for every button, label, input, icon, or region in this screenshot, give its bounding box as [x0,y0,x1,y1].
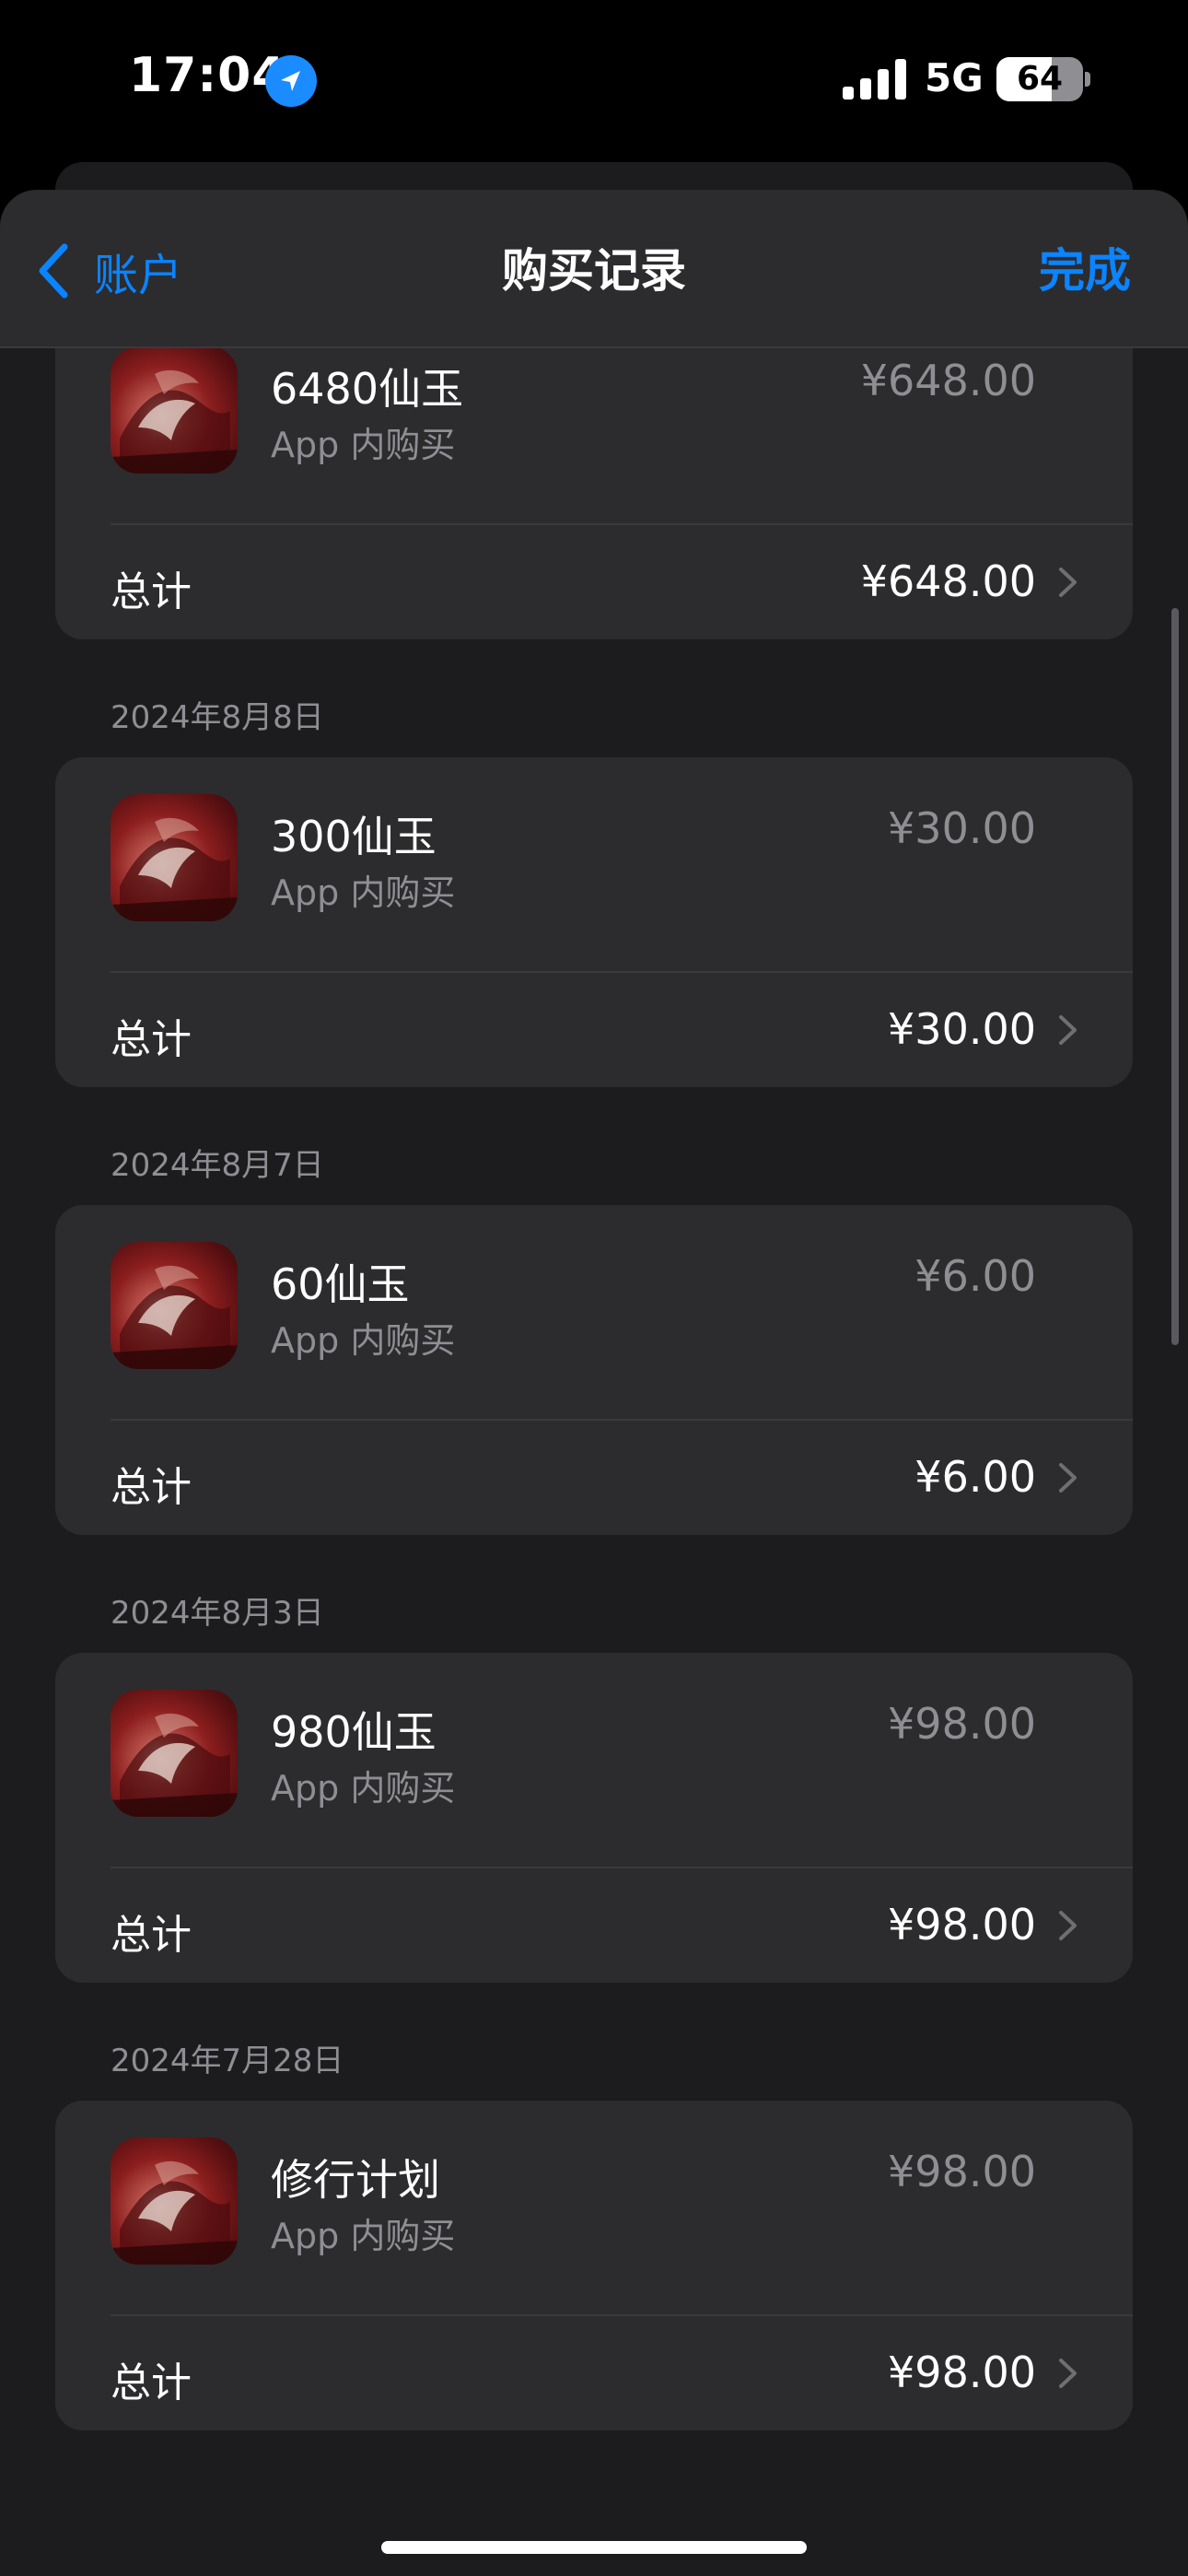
purchase-card: 修行计划 App 内购买 ¥98.00 总计 ¥98.00 [55,2101,1133,2430]
battery-cap [1085,72,1090,87]
total-row[interactable]: 总计 ¥98.00 [55,1868,1133,1983]
purchase-card: 980仙玉 App 内购买 ¥98.00 总计 ¥98.00 [55,1653,1133,1983]
purchase-list[interactable]: 6480仙玉 App 内购买 ¥648.00 总计 ¥648.00 2024年8… [0,310,1188,2430]
chevron-right-icon [1059,1911,1077,1940]
item-subtitle: App 内购买 [271,425,456,465]
date-header: 2024年8月3日 [111,1595,324,1632]
item-subtitle: App 内购买 [271,1768,456,1809]
cellular-signal-icon [843,59,907,100]
chevron-right-icon [1059,568,1077,597]
home-indicator[interactable] [381,2541,807,2554]
item-price: ¥6.00 [914,1251,1036,1301]
location-arrow-icon [265,55,317,107]
total-price: ¥98.00 [888,1900,1036,1950]
navigation-bar: 账户 购买记录 完成 [0,190,1188,348]
battery-icon: 64 [996,57,1083,101]
purchase-card: 60仙玉 App 内购买 ¥6.00 总计 ¥6.00 [55,1205,1133,1535]
done-button[interactable]: 完成 [1039,234,1131,308]
total-price: ¥6.00 [914,1452,1036,1502]
purchase-card: 6480仙玉 App 内购买 ¥648.00 总计 ¥648.00 [55,310,1133,639]
item-price: ¥98.00 [888,1699,1036,1749]
total-label: 总计 [111,1016,192,1063]
total-row[interactable]: 总计 ¥30.00 [55,973,1133,1087]
game-app-icon [111,1242,238,1369]
item-subtitle: App 内购买 [271,1320,456,1361]
date-header: 2024年8月7日 [111,1147,324,1184]
purchase-history-screen: 17:04 5G 64 账户 购买记录 完成 6480仙玉 App 内购买 ¥6… [0,0,1188,2576]
network-type: 5G [925,55,984,100]
item-name: 300仙玉 [271,812,437,861]
purchase-card: 300仙玉 App 内购买 ¥30.00 总计 ¥30.00 [55,757,1133,1087]
total-price: ¥30.00 [888,1004,1036,1054]
total-row[interactable]: 总计 ¥6.00 [55,1421,1133,1535]
total-label: 总计 [111,1464,192,1511]
total-row[interactable]: 总计 ¥98.00 [55,2316,1133,2430]
game-app-icon [111,794,238,921]
purchase-section: 2024年8月8日 300仙玉 App 内购买 ¥30.00 总计 ¥30.00 [0,639,1188,1087]
status-time: 17:04 [129,48,286,103]
purchase-section: 2024年8月3日 980仙玉 App 内购买 ¥98.00 总计 ¥98.00 [0,1535,1188,1983]
chevron-right-icon [1059,1463,1077,1493]
item-price: ¥98.00 [888,2147,1036,2196]
item-price: ¥30.00 [888,803,1036,853]
game-app-icon [111,346,238,474]
item-subtitle: App 内购买 [271,2216,456,2256]
chevron-right-icon [1059,1015,1077,1045]
purchase-history-sheet: 账户 购买记录 完成 6480仙玉 App 内购买 ¥648.00 总计 ¥64… [0,190,1188,2576]
purchase-item[interactable]: 60仙玉 App 内购买 ¥6.00 [55,1205,1133,1419]
scrollbar[interactable] [1171,608,1179,1345]
item-price: ¥648.00 [860,356,1036,405]
purchase-section: 2024年7月28日 修行计划 App 内购买 ¥98.00 总计 ¥98.00 [0,1983,1188,2430]
total-row[interactable]: 总计 ¥648.00 [55,525,1133,639]
game-app-icon [111,2137,238,2265]
total-price: ¥648.00 [860,556,1036,606]
item-name: 6480仙玉 [271,364,464,414]
total-label: 总计 [111,2359,192,2406]
date-header: 2024年8月8日 [111,699,324,736]
purchase-section: 6480仙玉 App 内购买 ¥648.00 总计 ¥648.00 [0,310,1188,639]
total-label: 总计 [111,1912,192,1959]
purchase-item[interactable]: 300仙玉 App 内购买 ¥30.00 [55,757,1133,971]
page-title: 购买记录 [502,244,686,298]
item-name: 60仙玉 [271,1259,410,1309]
date-header: 2024年7月28日 [111,2043,344,2079]
purchase-item[interactable]: 修行计划 App 内购买 ¥98.00 [55,2101,1133,2314]
total-price: ¥98.00 [888,2348,1036,2397]
item-subtitle: App 内购买 [271,872,456,913]
purchase-section: 2024年8月7日 60仙玉 App 内购买 ¥6.00 总计 ¥6.00 [0,1087,1188,1535]
purchase-item[interactable]: 980仙玉 App 内购买 ¥98.00 [55,1653,1133,1867]
battery-percentage: 64 [1016,60,1064,98]
item-name: 980仙玉 [271,1707,437,1757]
chevron-right-icon [1059,2359,1077,2388]
total-label: 总计 [111,568,192,615]
item-name: 修行计划 [271,2155,440,2205]
game-app-icon [111,1690,238,1817]
status-bar: 17:04 5G 64 [0,0,1188,166]
